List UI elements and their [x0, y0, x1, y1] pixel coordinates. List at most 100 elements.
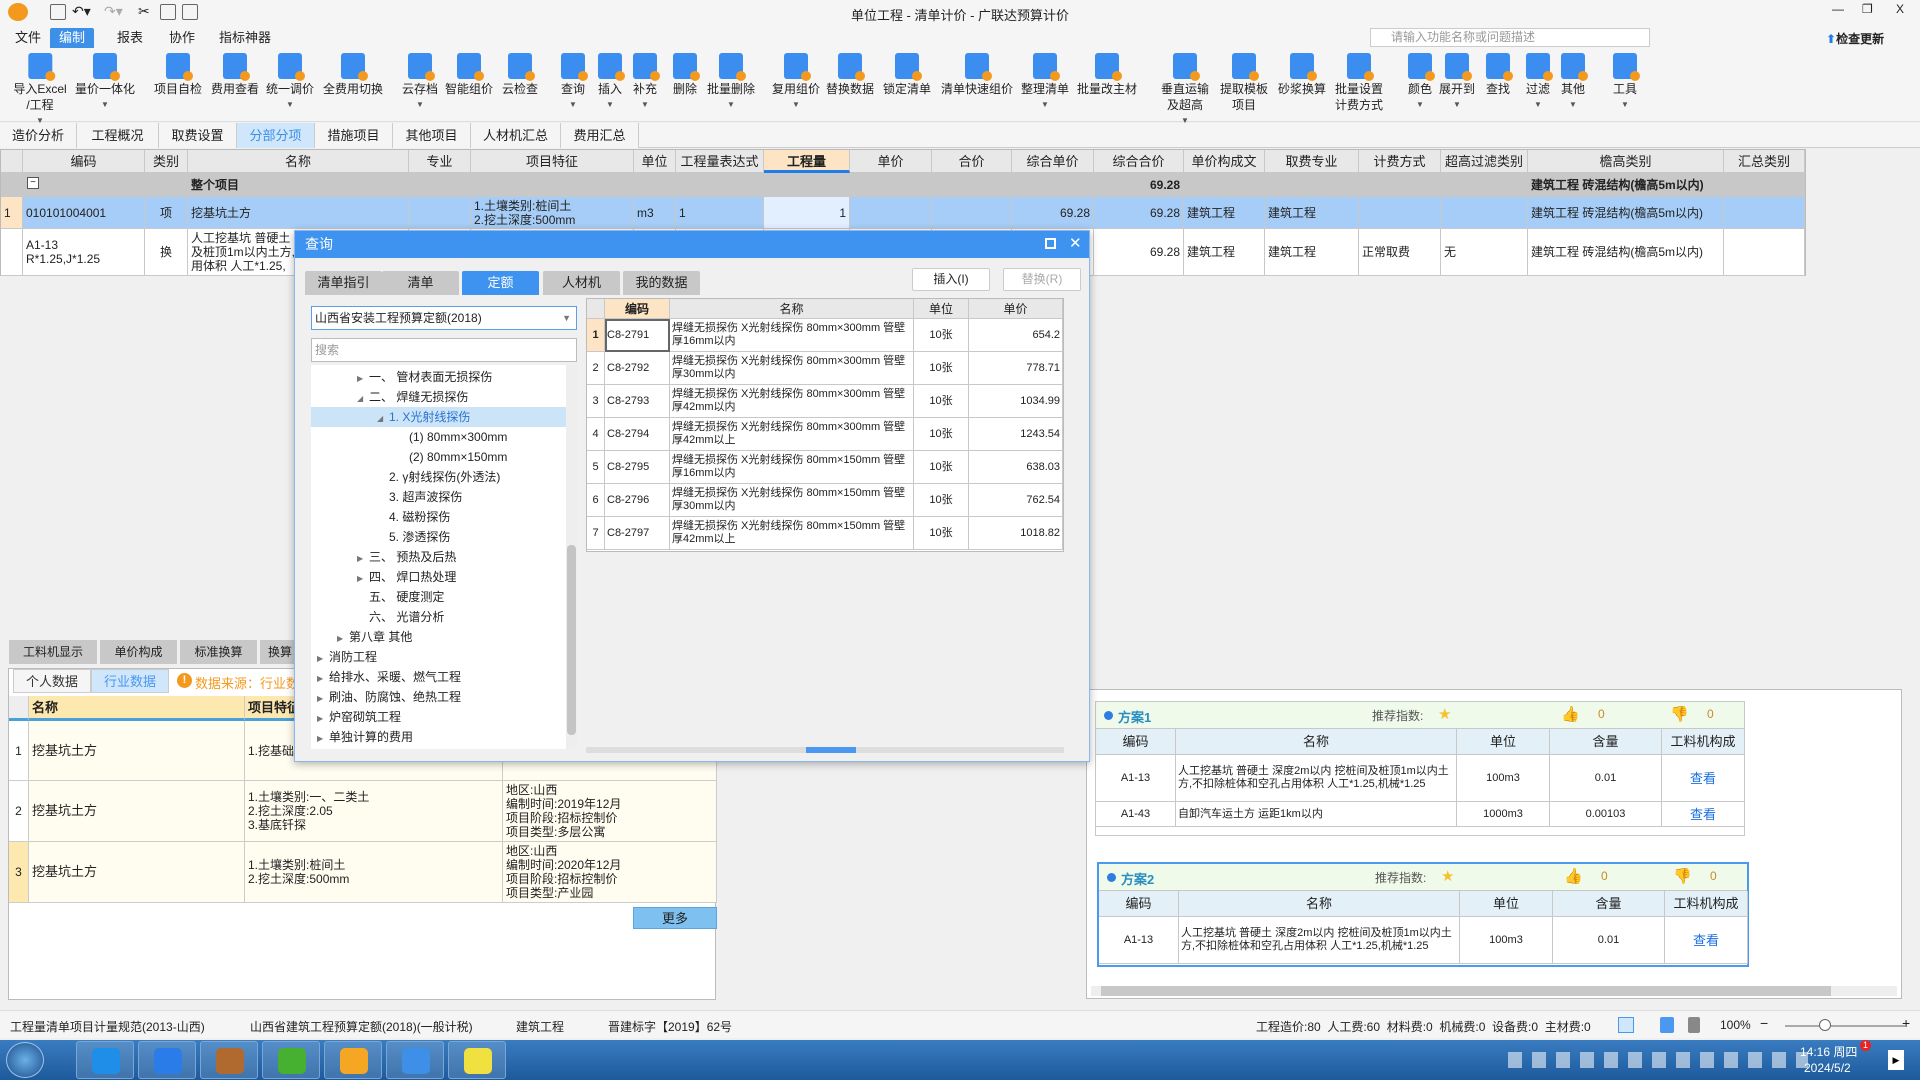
column-header[interactable]: 编码	[605, 299, 670, 319]
ribbon-button-16[interactable]: 锁定清单	[883, 53, 931, 97]
row-number[interactable]: 2	[9, 781, 29, 842]
grid-cell[interactable]: 建筑工程 砖混结构(檐高5m以内)	[1528, 229, 1724, 276]
tree-item[interactable]: ▶ 一、 管材表面无损探伤	[311, 367, 566, 387]
collapsed-arrow-icon[interactable]: ▶	[317, 729, 329, 749]
ribbon-button-21[interactable]: 提取模板 项目	[1220, 53, 1268, 113]
zoom-slider[interactable]	[1785, 1019, 1905, 1031]
column-header[interactable]: 单价	[850, 150, 932, 173]
ribbon-button-29[interactable]: 工具 ▼	[1612, 53, 1640, 113]
grid-cell[interactable]	[1724, 197, 1805, 229]
start-button[interactable]	[6, 1042, 44, 1078]
tree-item[interactable]: ▶ 第八章 其他	[311, 627, 566, 647]
lower-cell[interactable]: 挖基坑土方	[29, 781, 245, 842]
grid-cell[interactable]: 1	[764, 197, 850, 229]
tree-item[interactable]: ▶ 刷油、防腐蚀、绝热工程	[311, 687, 566, 707]
menu-0[interactable]: 文件	[6, 28, 50, 48]
tree-item[interactable]: 4. 磁粉探伤	[311, 507, 566, 527]
quota-cell[interactable]: C8-2794	[605, 418, 670, 451]
row-number[interactable]	[1, 229, 23, 276]
tree-scrollbar[interactable]	[566, 365, 577, 749]
quota-cell[interactable]: C8-2795	[605, 451, 670, 484]
view-link[interactable]: 查看	[1662, 755, 1745, 802]
column-header[interactable]: 综合单价	[1012, 150, 1094, 173]
taskbar-app-5[interactable]	[386, 1041, 444, 1079]
column-view-icon[interactable]	[1688, 1017, 1700, 1033]
tab-6[interactable]: 人材机汇总	[471, 123, 561, 148]
lower-cell[interactable]: 挖基坑土方	[29, 842, 245, 903]
row-number[interactable]: 3	[9, 842, 29, 903]
quota-cell[interactable]: 1018.82	[969, 517, 1063, 550]
grid-cell[interactable]	[1359, 173, 1441, 197]
grid-cell[interactable]: 建筑工程	[1184, 229, 1265, 276]
column-header[interactable]: 取费专业	[1265, 150, 1359, 173]
lower-cell[interactable]: 地区:山西 编制时间:2019年12月 项目阶段:招标控制价 项目类型:多层公寓	[503, 781, 717, 842]
zoom-out-button[interactable]: −	[1760, 1015, 1768, 1031]
tree-item[interactable]: (2) 80mm×150mm	[311, 447, 566, 467]
tree-item[interactable]: 2. γ射线探伤(外透法)	[311, 467, 566, 487]
taskbar-app-1[interactable]	[138, 1041, 196, 1079]
ribbon-button-9[interactable]: 查询 ▼	[560, 53, 588, 113]
tree-item[interactable]: ◢ 二、 焊缝无损探伤	[311, 387, 566, 407]
ribbon-button-15[interactable]: 替换数据	[826, 53, 874, 97]
replace-button[interactable]: 替换(R)	[1003, 268, 1081, 291]
lower-cell[interactable]: 1.土壤类别:桩间土 2.挖土深度:500mm	[245, 842, 503, 903]
lower-cell[interactable]: 地区:山西 编制时间:2020年12月 项目阶段:招标控制价 项目类型:产业园	[503, 842, 717, 903]
dialog-tab-2[interactable]: 定额	[462, 271, 539, 295]
quota-cell[interactable]: 10张	[914, 319, 969, 352]
grid-cell[interactable]: m3	[634, 197, 676, 229]
ribbon-button-26[interactable]: 查找	[1485, 53, 1513, 97]
ribbon-button-2[interactable]: 项目自检	[154, 53, 202, 97]
collapsed-arrow-icon[interactable]: ▶	[317, 709, 329, 729]
plan-card-2[interactable]: 方案2 推荐指数: ★ 👍 0 👎 0 编码 名称 单位 含量 工料机构成 A1-13 人工挖基坑 普硬土…	[1097, 862, 1749, 967]
quota-cell[interactable]: 焊缝无损探伤 X光射线探伤 80mm×300mm 管壁厚30mm以内	[670, 352, 914, 385]
ribbon-button-24[interactable]: 颜色 ▼	[1407, 53, 1435, 113]
plan-hscrollbar[interactable]	[1091, 986, 1897, 996]
tree-item[interactable]: 六、 光谱分析	[311, 607, 566, 627]
row-number[interactable]: 3	[587, 385, 605, 418]
tree-item[interactable]: ▶ 给排水、采暖、燃气工程	[311, 667, 566, 687]
subtab-1[interactable]: 行业数据	[91, 669, 169, 693]
dialog-tab-3[interactable]: 人材机	[543, 271, 620, 295]
column-header[interactable]: 编码	[23, 150, 145, 173]
grid-cell[interactable]	[764, 173, 850, 197]
ribbon-button-18[interactable]: 整理清单 ▼	[1021, 53, 1069, 113]
grid-cell[interactable]	[409, 173, 471, 197]
grid-cell[interactable]: 建筑工程	[1184, 197, 1265, 229]
close-button[interactable]: X	[1896, 2, 1904, 16]
collapsed-arrow-icon[interactable]: ▶	[357, 569, 369, 589]
column-header[interactable]: 单位	[634, 150, 676, 173]
column-header[interactable]	[1, 150, 23, 173]
tab-4[interactable]: 措施项目	[315, 123, 393, 148]
grid-cell[interactable]	[1724, 173, 1805, 197]
row-number[interactable]: 1	[9, 721, 29, 781]
quota-cell[interactable]: C8-2793	[605, 385, 670, 418]
quota-cell[interactable]: 10张	[914, 517, 969, 550]
taskbar-app-0[interactable]	[76, 1041, 134, 1079]
show-desktop-button[interactable]: ▶	[1888, 1050, 1904, 1070]
grid-cell[interactable]: 正常取费	[1359, 229, 1441, 276]
quota-cell[interactable]: 10张	[914, 451, 969, 484]
grid-cell[interactable]: 1	[676, 197, 764, 229]
quota-cell[interactable]: 778.71	[969, 352, 1063, 385]
column-header[interactable]: 单价构成文件	[1184, 150, 1265, 173]
lower-cell[interactable]: 1.土壤类别:一、二类土 2.挖土深度:2.05 3.基底钎探	[245, 781, 503, 842]
menu-4[interactable]: 指标神器	[210, 28, 280, 48]
grid-cell[interactable]	[932, 197, 1012, 229]
subtab-0[interactable]: 个人数据	[13, 669, 91, 693]
column-header[interactable]: 名称	[29, 696, 245, 721]
quota-cell[interactable]: 10张	[914, 418, 969, 451]
plan-card-1[interactable]: 方案1 推荐指数: ★ 👍 0 👎 0 编码 名称 单位 含量 工料机构成 A1-13 人工挖基坑 普硬土…	[1095, 701, 1745, 836]
grid-cell[interactable]: 项	[145, 197, 188, 229]
thumbs-down-icon[interactable]: 👎	[1670, 705, 1689, 723]
more-button[interactable]: 更多	[633, 907, 717, 929]
grid-cell[interactable]	[932, 173, 1012, 197]
column-header[interactable]: 名称	[188, 150, 409, 173]
grid-cell[interactable]	[634, 173, 676, 197]
tab-3[interactable]: 分部分项	[237, 123, 315, 148]
taskbar-app-6[interactable]	[448, 1041, 506, 1079]
ribbon-button-1[interactable]: 量价一体化 ▼	[75, 53, 135, 113]
quota-cell[interactable]: 1243.54	[969, 418, 1063, 451]
quota-cell[interactable]: 1034.99	[969, 385, 1063, 418]
menu-3[interactable]: 协作	[160, 28, 204, 48]
column-header[interactable]: 名称	[670, 299, 914, 319]
